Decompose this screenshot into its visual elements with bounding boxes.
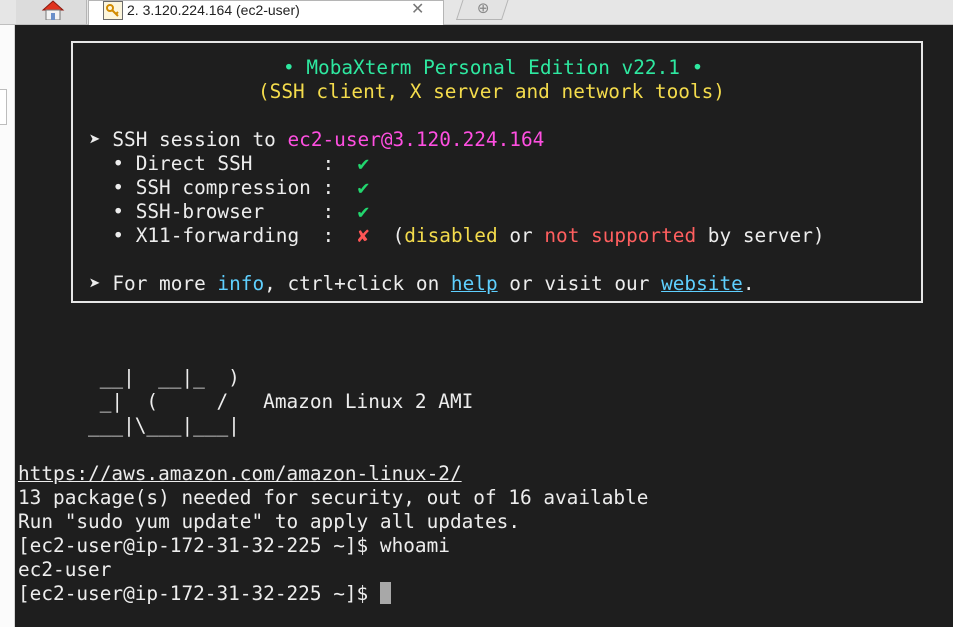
command-text: whoami [379,534,450,557]
check-icon: ✔ [357,152,370,175]
banner-subtitle: (SSH client, X server and network tools) [258,80,725,103]
text-cursor [379,582,391,604]
side-panel-strip [0,25,15,627]
banner-title: • MobaXterm Personal Edition v22.1 • [283,56,704,79]
info-line: ➤ For more info, ctrl+click on help or v… [89,272,755,295]
plus-icon: ⊕ [476,0,490,17]
info-link[interactable]: info [217,272,264,295]
feature-ssh-browser: • SSH-browser : ✔ [112,200,370,223]
command-output: ec2-user [18,558,112,581]
active-prompt-line[interactable]: [ec2-user@ip-172-31-32-225 ~]$ [18,582,391,606]
ascii-art-line: ___|\___|___| [18,414,240,437]
shell-prompt: [ec2-user@ip-172-31-32-225 ~]$ [18,534,380,557]
check-icon: ✔ [357,176,370,199]
feature-x11-forwarding: • X11-forwarding : ✘ (disabled or not su… [112,224,825,247]
shell-prompt: [ec2-user@ip-172-31-32-225 ~]$ [18,582,380,605]
sidebar-toggle-handle[interactable] [0,89,7,125]
tab-title: 2. 3.120.224.164 (ec2-user) [127,2,300,18]
ssh-key-icon [103,1,123,20]
tab-session[interactable]: 2. 3.120.224.164 (ec2-user) ✕ [88,0,444,25]
session-line: ➤ SSH session to ec2-user@3.120.224.164 [89,128,545,151]
welcome-banner: • MobaXterm Personal Edition v22.1 • (SS… [71,41,923,303]
home-icon [41,0,65,20]
ascii-art-line: __| __|_ ) [18,366,240,389]
command-line: [ec2-user@ip-172-31-32-225 ~]$ whoami [18,534,450,558]
packages-message: 13 package(s) needed for security, out o… [18,486,649,509]
home-tab[interactable] [16,0,87,24]
check-icon: ✔ [357,200,370,223]
new-tab-button[interactable]: ⊕ [456,0,509,20]
help-link[interactable]: help [451,272,498,295]
terminal[interactable]: • MobaXterm Personal Edition v22.1 • (SS… [15,25,953,627]
amazon-linux-url[interactable]: https://aws.amazon.com/amazon-linux-2/ [18,462,462,486]
cross-icon: ✘ [357,224,370,247]
feature-ssh-compression: • SSH compression : ✔ [112,176,370,199]
close-icon[interactable]: ✕ [411,1,424,18]
website-link[interactable]: website [661,272,743,295]
session-target: ec2-user@3.120.224.164 [287,128,545,151]
feature-direct-ssh: • Direct SSH : ✔ [112,152,370,175]
update-hint: Run "sudo yum update" to apply all updat… [18,510,520,533]
ascii-art-line: _| ( / Amazon Linux 2 AMI [18,390,474,413]
tab-bar: 2. 3.120.224.164 (ec2-user) ✕ ⊕ [0,0,953,25]
